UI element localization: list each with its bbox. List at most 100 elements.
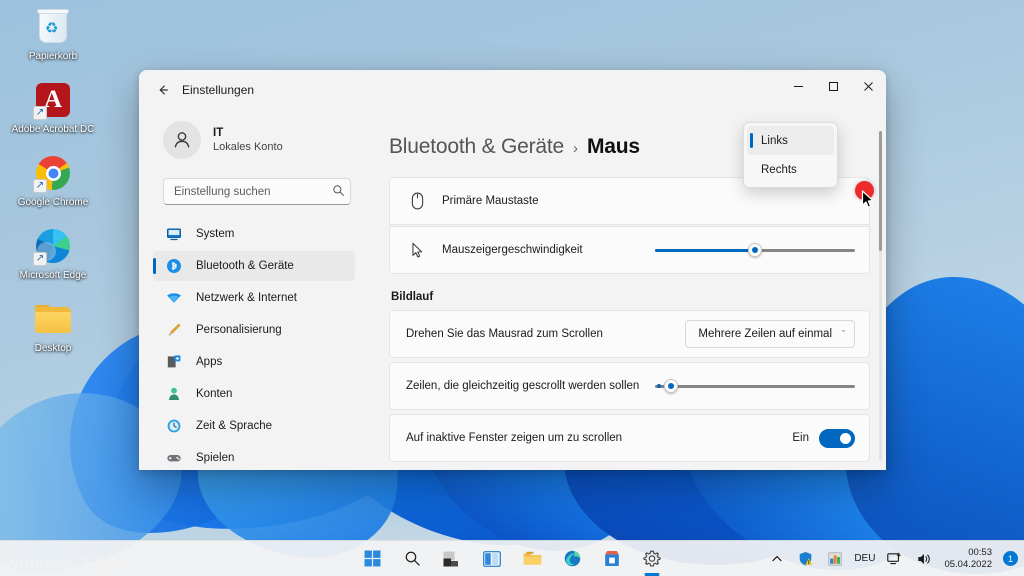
sidebar-item-konten[interactable]: Konten bbox=[153, 379, 355, 409]
speaker-icon[interactable] bbox=[914, 549, 935, 569]
clock[interactable]: 00:53 05.04.2022 bbox=[944, 547, 992, 571]
window-controls bbox=[781, 70, 886, 109]
task-view-icon bbox=[443, 551, 458, 566]
breadcrumb-separator-icon: › bbox=[573, 140, 579, 157]
combo-value: Mehrere Zeilen auf einmal bbox=[698, 328, 832, 340]
search-button[interactable] bbox=[400, 546, 424, 572]
sidebar-item-apps[interactable]: Apps bbox=[153, 347, 355, 377]
widgets-button[interactable] bbox=[480, 546, 504, 572]
row-value[interactable]: Links ˅ bbox=[790, 187, 855, 215]
desktop-icon-desktop-folder[interactable]: Desktop bbox=[8, 298, 98, 354]
page-title: Maus bbox=[587, 135, 640, 158]
recycle-bin-icon: ♻ bbox=[32, 6, 74, 48]
sidebar-item-bluetooth-geraete[interactable]: Bluetooth & Geräte bbox=[153, 251, 355, 282]
account-subtitle: Lokales Konto bbox=[213, 141, 283, 154]
microsoft-store-icon bbox=[605, 551, 619, 566]
scroll-lines-slider[interactable] bbox=[655, 377, 855, 395]
mouse-icon bbox=[406, 192, 428, 210]
network-monitor-icon[interactable] bbox=[884, 549, 905, 569]
task-view-button[interactable] bbox=[440, 546, 464, 572]
slider-thumb[interactable] bbox=[664, 379, 678, 393]
breadcrumb-parent[interactable]: Bluetooth & Geräte bbox=[389, 135, 564, 159]
maximize-button[interactable] bbox=[816, 70, 851, 102]
clock-icon bbox=[165, 417, 183, 435]
apps-icon bbox=[165, 353, 183, 371]
security-warning-icon[interactable] bbox=[795, 548, 816, 569]
desktop-icon-adobe-acrobat-dc[interactable]: A ↗ Adobe Acrobat DC bbox=[8, 79, 98, 135]
minimize-icon bbox=[794, 85, 803, 87]
sidebar-item-spielen[interactable]: Spielen bbox=[153, 443, 355, 470]
sidebar-item-label: Spielen bbox=[196, 452, 235, 465]
sidebar-item-label: Apps bbox=[196, 356, 223, 369]
back-button[interactable] bbox=[148, 76, 178, 104]
row-scroll-inactive-windows[interactable]: Auf inaktive Fenster zeigen um zu scroll… bbox=[389, 414, 870, 462]
brush-icon bbox=[165, 321, 183, 339]
row-scroll-lines[interactable]: Zeilen, die gleichzeitig gescrollt werde… bbox=[389, 362, 870, 410]
scroll-wheel-combo[interactable]: Mehrere Zeilen auf einmal ˇ bbox=[685, 320, 855, 348]
row-label: Primäre Maustaste bbox=[442, 195, 539, 207]
store-button[interactable] bbox=[600, 546, 624, 572]
sidebar-item-label: Konten bbox=[196, 388, 233, 401]
taskbar: DEU 00:53 05.04.2022 1 bbox=[0, 540, 1024, 576]
toggle-state-label: Ein bbox=[792, 432, 809, 444]
sidebar-item-personalisierung[interactable]: Personalisierung bbox=[153, 315, 355, 345]
tray-overflow-button[interactable] bbox=[768, 550, 786, 568]
account-name: IT bbox=[213, 126, 224, 139]
minimize-button[interactable] bbox=[781, 70, 816, 102]
search-icon bbox=[332, 184, 345, 200]
bluetooth-icon bbox=[165, 257, 183, 275]
desktop-icon-microsoft-edge[interactable]: ↗ Microsoft Edge bbox=[8, 225, 98, 281]
language-indicator[interactable]: DEU bbox=[854, 553, 875, 564]
row-label: Auf inaktive Fenster zeigen um zu scroll… bbox=[406, 432, 623, 444]
notification-badge[interactable]: 1 bbox=[1003, 551, 1018, 566]
shortcut-arrow-icon: ↗ bbox=[33, 106, 47, 120]
network-icon bbox=[165, 289, 183, 307]
sidebar-item-system[interactable]: System bbox=[153, 219, 355, 249]
content-pane: Bluetooth & Geräte › Maus Primäre Mausta… bbox=[365, 109, 886, 470]
row-label: Drehen Sie das Mausrad zum Scrollen bbox=[406, 328, 603, 340]
row-scroll-wheel[interactable]: Drehen Sie das Mausrad zum Scrollen Mehr… bbox=[389, 310, 870, 358]
sidebar-item-label: Personalisierung bbox=[196, 324, 282, 337]
window-body: IT Lokales Konto Einstellung suchen Syst… bbox=[139, 109, 886, 470]
start-button[interactable] bbox=[360, 546, 384, 572]
close-icon bbox=[864, 81, 873, 91]
dropdown-option-rechts[interactable]: Rechts bbox=[747, 155, 834, 184]
google-chrome-icon: ↗ bbox=[32, 152, 74, 194]
desktop-icon-papierkorb[interactable]: ♻ Papierkorb bbox=[8, 6, 98, 62]
account-tile[interactable]: IT Lokales Konto bbox=[149, 109, 355, 164]
microsoft-edge-icon: ↗ bbox=[32, 225, 74, 267]
dropdown-option-links[interactable]: Links bbox=[747, 126, 834, 155]
option-label: Rechts bbox=[761, 163, 797, 176]
widgets-icon bbox=[483, 550, 501, 567]
row-label: Zeilen, die gleichzeitig gescrollt werde… bbox=[406, 380, 640, 392]
desktop-icon-label: Adobe Acrobat DC bbox=[11, 124, 95, 135]
sidebar-item-zeit-sprache[interactable]: Zeit & Sprache bbox=[153, 411, 355, 441]
search-box[interactable] bbox=[163, 177, 351, 206]
slider-thumb[interactable] bbox=[748, 243, 762, 257]
folder-icon bbox=[32, 298, 74, 340]
microsoft-edge-icon bbox=[564, 550, 580, 567]
settings-button[interactable] bbox=[640, 546, 664, 572]
user-avatar-icon bbox=[174, 132, 190, 149]
inactive-windows-toggle[interactable] bbox=[819, 428, 855, 448]
desktop-icon-google-chrome[interactable]: ↗ Google Chrome bbox=[8, 152, 98, 208]
close-button[interactable] bbox=[851, 70, 886, 102]
sidebar-item-label: System bbox=[196, 228, 235, 241]
row-pointer-speed[interactable]: Mauszeigergeschwindigkeit bbox=[389, 226, 870, 274]
sidebar-item-label: Bluetooth & Geräte bbox=[196, 260, 294, 273]
gear-icon bbox=[643, 550, 661, 567]
edge-button[interactable] bbox=[560, 546, 584, 572]
folder-icon bbox=[523, 551, 541, 565]
content-scrollbar[interactable] bbox=[879, 131, 882, 461]
sidebar-item-netzwerk-internet[interactable]: Netzwerk & Internet bbox=[153, 283, 355, 313]
pointer-speed-slider[interactable] bbox=[655, 241, 855, 259]
file-explorer-button[interactable] bbox=[520, 546, 544, 572]
tray-app-icon[interactable] bbox=[825, 549, 845, 569]
gaming-icon bbox=[165, 449, 183, 467]
adobe-acrobat-icon: A ↗ bbox=[32, 79, 74, 121]
scrollbar-thumb[interactable] bbox=[879, 131, 882, 251]
sidebar-item-label: Zeit & Sprache bbox=[196, 420, 273, 433]
search-input[interactable] bbox=[174, 185, 328, 198]
avatar bbox=[163, 121, 201, 160]
settings-window: Einstellungen IT Lokales Konto Einstellu… bbox=[139, 70, 886, 470]
